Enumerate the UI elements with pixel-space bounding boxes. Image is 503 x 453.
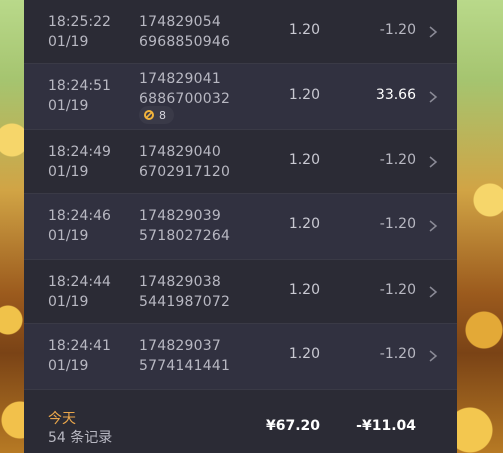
row-datetime: 18:24:41 01/19 [48, 336, 111, 376]
row-time: 18:24:51 [48, 78, 111, 94]
row-transaction-id: 174829039 5718027264 [139, 206, 230, 246]
row-id-line2: 5441987072 [139, 294, 231, 310]
history-row[interactable]: 18:24:51 01/19 174829041 6886700032 8 1.… [24, 64, 457, 130]
chevron-right-icon[interactable] [428, 22, 438, 42]
row-time: 18:25:22 [48, 14, 111, 30]
row-profit-loss: -1.20 [379, 346, 416, 362]
row-id-line2: 5774141441 [139, 358, 231, 374]
chevron-right-icon[interactable] [428, 87, 438, 107]
history-row[interactable]: 18:24:44 01/19 174829038 5441987072 1.20… [24, 260, 457, 324]
summary-period[interactable]: 今天 [48, 408, 76, 428]
row-time: 18:24:49 [48, 144, 111, 160]
row-date: 01/19 [48, 228, 89, 244]
free-spin-count: 8 [159, 108, 166, 122]
chevron-right-icon[interactable] [428, 216, 438, 236]
history-row[interactable]: 18:25:22 01/19 174829054 6968850946 1.20… [24, 0, 457, 64]
row-datetime: 18:24:46 01/19 [48, 206, 111, 246]
row-transaction-id: 174829037 5774141441 [139, 336, 230, 376]
free-spin-badge: 8 [139, 106, 174, 124]
row-transaction-id: 174829040 6702917120 [139, 142, 230, 182]
row-id-line2: 6702917120 [139, 164, 231, 180]
row-bet-amount: 1.20 [288, 22, 320, 38]
row-bet-amount: 1.20 [288, 152, 320, 168]
free-spin-icon [144, 110, 154, 120]
row-date: 01/19 [48, 34, 89, 50]
row-time: 18:24:41 [48, 338, 111, 354]
chevron-right-icon[interactable] [428, 346, 438, 366]
bet-history-panel: 18:25:22 01/19 174829054 6968850946 1.20… [24, 0, 457, 453]
row-bet-amount: 1.20 [288, 216, 320, 232]
chevron-right-icon[interactable] [428, 282, 438, 302]
summary-total-bet: ¥67.20 [265, 418, 320, 434]
row-id-line1: 174829054 [139, 14, 221, 30]
row-transaction-id: 174829054 6968850946 [139, 12, 230, 52]
history-row[interactable]: 18:24:41 01/19 174829037 5774141441 1.20… [24, 324, 457, 390]
summary-record-count: 54 条记录 [48, 430, 113, 446]
row-id-line1: 174829041 [139, 71, 221, 87]
row-date: 01/19 [48, 98, 89, 114]
row-date: 01/19 [48, 164, 89, 180]
row-id-line1: 174829037 [139, 338, 221, 354]
chevron-right-icon[interactable] [428, 152, 438, 172]
row-bet-amount: 1.20 [288, 346, 320, 362]
row-id-line1: 174829040 [139, 144, 221, 160]
row-profit-loss: 33.66 [375, 87, 416, 103]
row-transaction-id: 174829038 5441987072 [139, 272, 230, 312]
row-profit-loss: -1.20 [379, 282, 416, 298]
history-row[interactable]: 18:24:49 01/19 174829040 6702917120 1.20… [24, 130, 457, 194]
row-datetime: 18:24:51 01/19 [48, 76, 111, 116]
row-id-line2: 5718027264 [139, 228, 231, 244]
row-transaction-id: 174829041 6886700032 [139, 69, 230, 109]
history-summary-footer: 今天 54 条记录 ¥67.20 -¥11.04 [24, 396, 457, 453]
row-profit-loss: -1.20 [379, 152, 416, 168]
row-bet-amount: 1.20 [288, 87, 320, 103]
history-row[interactable]: 18:24:46 01/19 174829039 5718027264 1.20… [24, 194, 457, 260]
row-id-line1: 174829038 [139, 274, 221, 290]
row-bet-amount: 1.20 [288, 282, 320, 298]
row-profit-loss: -1.20 [379, 22, 416, 38]
row-profit-loss: -1.20 [379, 216, 416, 232]
row-time: 18:24:44 [48, 274, 111, 290]
row-datetime: 18:25:22 01/19 [48, 12, 111, 52]
row-id-line1: 174829039 [139, 208, 221, 224]
row-datetime: 18:24:49 01/19 [48, 142, 111, 182]
row-datetime: 18:24:44 01/19 [48, 272, 111, 312]
row-time: 18:24:46 [48, 208, 111, 224]
row-id-line2: 6968850946 [139, 34, 231, 50]
summary-total-profit-loss: -¥11.04 [356, 418, 416, 434]
row-date: 01/19 [48, 294, 89, 310]
row-date: 01/19 [48, 358, 89, 374]
